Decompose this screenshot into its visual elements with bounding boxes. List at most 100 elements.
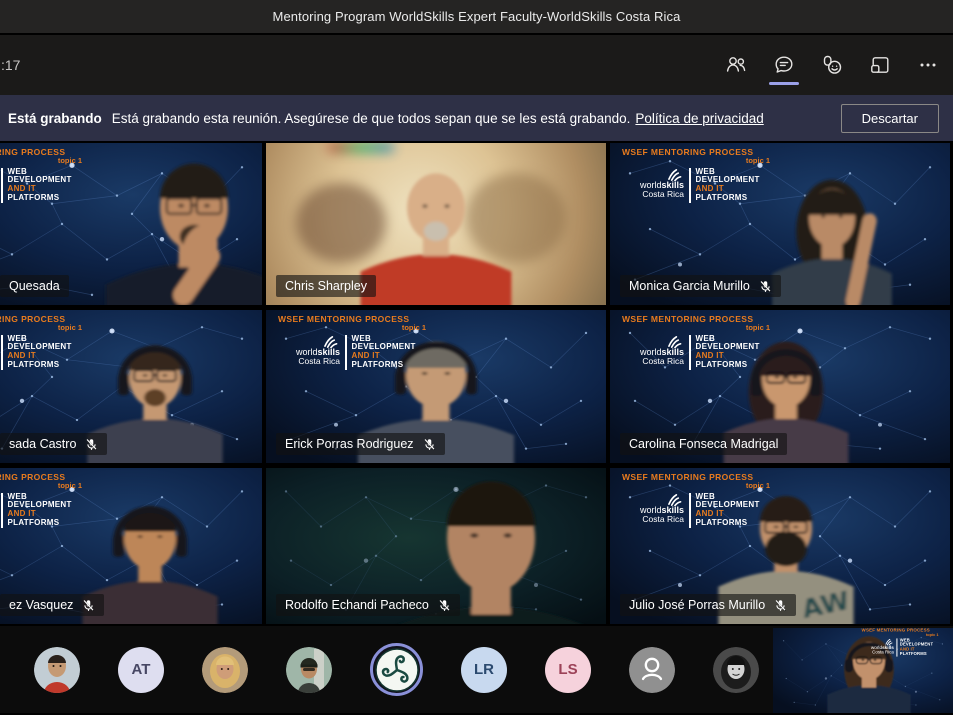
worldskills-logo-row: worldskillsCosta RicaWEBDEVELOPMENTAND I…	[622, 168, 794, 203]
worldskills-country: Costa Rica	[278, 357, 340, 366]
avatar-photo-man-red[interactable]	[34, 647, 80, 693]
brand-topic: topic 1	[622, 482, 770, 490]
avatar-initials[interactable]: LR	[461, 647, 507, 693]
worldskills-country: Costa Rica	[622, 515, 684, 524]
wsef-brand-overlay: WSEF MENTORING PROCESStopic 1 worldskill…	[0, 148, 106, 203]
brand-topic: topic 1	[0, 324, 82, 332]
brand-skill-block: WEBDEVELOPMENTAND ITPLATFORMS	[900, 638, 933, 656]
participants-button[interactable]	[719, 43, 753, 87]
meeting-title: Mentoring Program WorldSkills Expert Fac…	[273, 9, 681, 24]
brand-divider	[689, 493, 691, 528]
mic-muted-icon	[774, 599, 787, 612]
participant-name-label: sada Castro	[0, 433, 107, 455]
brand-skill-block: WEBDEVELOPMENTAND ITPLATFORMS	[8, 168, 72, 203]
video-tile[interactable]: WSEF MENTORING PROCESStopic 1 worldskill…	[0, 143, 262, 305]
brand-skill-block: WEBDEVELOPMENTAND ITPLATFORMS	[696, 493, 760, 528]
self-view-tile[interactable]: WSEF MENTORING PROCESStopic 1 worldskill…	[773, 628, 953, 713]
wsef-brand-overlay: WSEF MENTORING PROCESStopic 1 worldskill…	[862, 628, 951, 656]
participant-name-label: Rodolfo Echandi Pacheco	[276, 594, 460, 616]
worldskills-logo-row: worldskillsCosta RicaWEBDEVELOPMENTAND I…	[278, 335, 450, 370]
worldskills-logo-row: worldskillsCosta RicaWEBDEVELOPMENTAND I…	[0, 493, 106, 528]
brand-divider	[1, 493, 3, 528]
participant-name: ez Vasquez	[9, 598, 73, 612]
avatar-photo-woman-blonde[interactable]	[202, 647, 248, 693]
mic-muted-icon	[85, 438, 98, 451]
participant-name-label: Quesada	[0, 275, 69, 297]
wsef-brand-overlay: WSEF MENTORING PROCESStopic 1 worldskill…	[622, 315, 794, 370]
brand-skill-block: WEBDEVELOPMENTAND ITPLATFORMS	[352, 335, 416, 370]
video-tile[interactable]: WSEF MENTORING PROCESStopic 1 worldskill…	[0, 468, 262, 624]
brand-line1: WSEF MENTORING PROCESS	[0, 148, 106, 157]
brand-skill-block: WEBDEVELOPMENTAND ITPLATFORMS	[696, 335, 760, 370]
brand-topic: topic 1	[862, 633, 939, 637]
brand-divider	[1, 335, 3, 370]
participant-name: Rodolfo Echandi Pacheco	[285, 598, 429, 612]
brand-divider	[345, 335, 347, 370]
participant-name-label: Monica Garcia Murillo	[620, 275, 781, 297]
worldskills-logo-row: worldskillsCosta RicaWEBDEVELOPMENTAND I…	[0, 335, 106, 370]
dismiss-button[interactable]: Descartar	[841, 104, 939, 133]
teams-meeting-window: Mentoring Program WorldSkills Expert Fac…	[0, 0, 953, 715]
mic-muted-icon	[423, 438, 436, 451]
video-tile[interactable]: WSEF MENTORING PROCESStopic 1 worldskill…	[610, 310, 950, 463]
participant-name-label: Erick Porras Rodriguez	[276, 433, 445, 455]
breakout-rooms-button[interactable]	[863, 43, 897, 87]
participant-name: Monica Garcia Murillo	[629, 279, 750, 293]
recording-banner-title: Está grabando	[8, 111, 102, 126]
recording-banner: Está grabando Está grabando esta reunión…	[0, 95, 953, 141]
video-tile[interactable]: AWWSEF MENTORING PROCESStopic 1 worldski…	[610, 468, 950, 624]
more-icon	[916, 53, 940, 77]
avatar-photo-man-cap[interactable]	[286, 647, 332, 693]
reactions-button[interactable]	[815, 43, 849, 87]
brand-skill-block: WEBDEVELOPMENTAND ITPLATFORMS	[696, 168, 760, 203]
active-speaker-ring[interactable]	[370, 643, 423, 696]
participants-icon	[724, 53, 748, 77]
avatar-person-icon[interactable]	[629, 647, 675, 693]
more-button[interactable]	[911, 43, 945, 87]
brand-divider	[689, 335, 691, 370]
breakout-rooms-icon	[868, 53, 892, 77]
wsef-brand-overlay: WSEF MENTORING PROCESStopic 1 worldskill…	[278, 315, 450, 370]
meeting-timer: :17	[1, 57, 20, 73]
brand-topic: topic 1	[0, 157, 82, 165]
brand-topic: topic 1	[278, 324, 426, 332]
worldskills-logo-row: worldskillsCosta RicaWEBDEVELOPMENTAND I…	[622, 335, 794, 370]
video-grid: WSEF MENTORING PROCESStopic 1 worldskill…	[0, 143, 953, 624]
bottom-strip: AT LRLS WSEF MENTORING PROCESS	[0, 626, 953, 713]
participant-avatar-strip: AT LR LS	[34, 626, 759, 713]
toolbar-icons	[719, 43, 945, 87]
title-bar: Mentoring Program WorldSkills Expert Fac…	[0, 0, 953, 33]
brand-divider	[689, 168, 691, 203]
video-tile[interactable]: Rodolfo Echandi Pacheco	[266, 468, 606, 624]
worldskills-country: Costa Rica	[622, 357, 684, 366]
video-tile[interactable]: WSEF MENTORING PROCESStopic 1 worldskill…	[610, 143, 950, 305]
video-tile[interactable]: WSEF MENTORING PROCESStopic 1 worldskill…	[266, 310, 606, 463]
wsef-brand-overlay: WSEF MENTORING PROCESStopic 1 worldskill…	[0, 473, 106, 528]
meeting-toolbar: :17	[0, 33, 953, 95]
avatar-initials[interactable]: AT	[118, 647, 164, 693]
participant-name: Erick Porras Rodriguez	[285, 437, 414, 451]
wsef-brand-overlay: WSEF MENTORING PROCESStopic 1 worldskill…	[622, 473, 794, 528]
video-tile[interactable]: Chris Sharpley	[266, 143, 606, 305]
brand-topic: topic 1	[622, 157, 770, 165]
participant-name: Quesada	[9, 279, 60, 293]
avatar-initials[interactable]: LS	[545, 647, 591, 693]
worldskills-logo-row: worldskillsCosta RicaWEBDEVELOPMENTAND I…	[862, 638, 951, 656]
avatar-photo-woman-bw[interactable]	[713, 647, 759, 693]
chat-button[interactable]	[767, 43, 801, 87]
reactions-icon	[820, 53, 844, 77]
brand-skill-block: WEBDEVELOPMENTAND ITPLATFORMS	[8, 335, 72, 370]
participant-name: Chris Sharpley	[285, 279, 367, 293]
participant-name: Julio José Porras Murillo	[629, 598, 765, 612]
wsef-brand-overlay: WSEF MENTORING PROCESStopic 1 worldskill…	[0, 315, 106, 370]
worldskills-logo-row: worldskillsCosta RicaWEBDEVELOPMENTAND I…	[622, 493, 794, 528]
wsef-brand-overlay: WSEF MENTORING PROCESStopic 1 worldskill…	[622, 148, 794, 203]
brand-skill-block: WEBDEVELOPMENTAND ITPLATFORMS	[8, 493, 72, 528]
brand-topic: topic 1	[622, 324, 770, 332]
brand-divider	[896, 638, 897, 656]
avatar-logo-triskelion	[375, 648, 419, 692]
video-tile[interactable]: WSEF MENTORING PROCESStopic 1 worldskill…	[0, 310, 262, 463]
participant-name: Carolina Fonseca Madrigal	[629, 437, 778, 451]
privacy-policy-link[interactable]: Política de privacidad	[635, 111, 763, 126]
mic-muted-icon	[438, 599, 451, 612]
